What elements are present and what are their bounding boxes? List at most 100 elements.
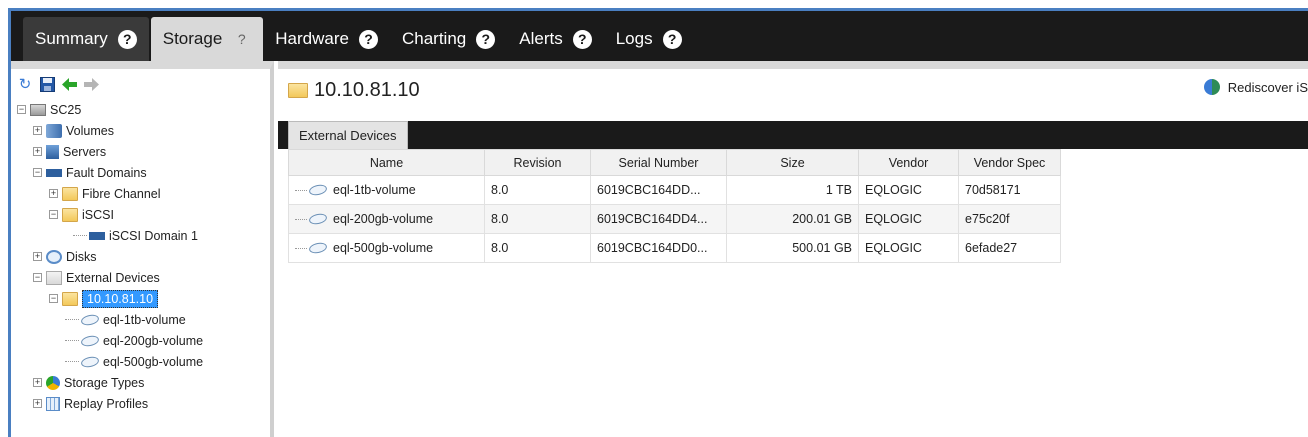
- tab-storage[interactable]: Storage ?: [150, 17, 264, 61]
- tree-node-replay-profiles[interactable]: + Replay Profiles: [17, 393, 270, 414]
- replay-profiles-icon: [46, 396, 60, 411]
- tree-connector: [73, 235, 87, 236]
- tree-node-vol2[interactable]: eql-200gb-volume: [17, 330, 270, 351]
- help-icon[interactable]: ?: [572, 29, 592, 49]
- tree-connector: [65, 319, 79, 320]
- volumes-icon: [46, 123, 62, 138]
- expand-icon[interactable]: +: [49, 189, 58, 198]
- column-header-size[interactable]: Size: [726, 149, 859, 176]
- tree-node-iscsi-domain[interactable]: iSCSI Domain 1: [17, 225, 270, 246]
- collapse-icon[interactable]: −: [49, 210, 58, 219]
- fault-domain-icon: [89, 231, 105, 240]
- tab-charting-label: Charting: [401, 29, 467, 48]
- help-icon[interactable]: ?: [232, 30, 251, 49]
- tab-hardware-label: Hardware: [275, 29, 349, 48]
- tab-logs[interactable]: Logs ?: [604, 17, 694, 61]
- tree-node-disks[interactable]: + Disks: [17, 246, 270, 267]
- cell-name: eql-200gb-volume: [288, 204, 485, 234]
- row-name: eql-200gb-volume: [333, 212, 434, 226]
- cell-size: 500.01 GB: [726, 233, 859, 263]
- tree-node-label: Disks: [66, 249, 97, 264]
- expand-icon[interactable]: +: [33, 252, 42, 261]
- column-header-vendor-spec[interactable]: Vendor Spec: [958, 149, 1061, 176]
- tree-node-label: Fibre Channel: [82, 186, 161, 201]
- table-row[interactable]: eql-200gb-volume 8.0 6019CBC164DD4... 20…: [288, 204, 1061, 234]
- volume-icon: [80, 312, 100, 327]
- expand-icon[interactable]: +: [33, 399, 42, 408]
- external-devices-table: Name Revision Serial Number Size Vendor …: [288, 149, 1061, 263]
- collapse-icon[interactable]: −: [33, 168, 42, 177]
- help-icon[interactable]: ?: [358, 29, 378, 49]
- table-header-row: Name Revision Serial Number Size Vendor …: [288, 149, 1061, 176]
- back-arrow-icon[interactable]: [61, 76, 77, 92]
- tree-node-label: Storage Types: [64, 375, 145, 390]
- details-header: 10.10.81.10: [278, 69, 1308, 111]
- tree-node-label: eql-500gb-volume: [103, 354, 204, 369]
- column-header-revision[interactable]: Revision: [484, 149, 591, 176]
- expand-icon[interactable]: +: [33, 378, 42, 387]
- page-title: 10.10.81.10: [314, 78, 420, 101]
- tree-node-vol3[interactable]: eql-500gb-volume: [17, 351, 270, 372]
- folder-icon: [62, 186, 78, 201]
- volume-icon: [308, 241, 328, 255]
- fault-domain-icon: [46, 168, 62, 177]
- tree-node-volumes[interactable]: + Volumes: [17, 120, 270, 141]
- column-header-serial-number[interactable]: Serial Number: [590, 149, 727, 176]
- tree-connector: [295, 247, 307, 249]
- tree-node-device-ip[interactable]: − 10.10.81.10: [17, 288, 270, 309]
- tree-node-iscsi[interactable]: − iSCSI: [17, 204, 270, 225]
- tree-node-vol1[interactable]: eql-1tb-volume: [17, 309, 270, 330]
- cell-name: eql-500gb-volume: [288, 233, 485, 263]
- tree-node-label: External Devices: [66, 270, 160, 285]
- tree-node-label: Fault Domains: [66, 165, 147, 180]
- cell-serial: 6019CBC164DD0...: [590, 233, 727, 263]
- tree-node-external-devices[interactable]: − External Devices: [17, 267, 270, 288]
- expand-icon[interactable]: +: [33, 147, 42, 156]
- tree-node-label: eql-1tb-volume: [103, 312, 186, 327]
- tree-node-sc25[interactable]: − SC25: [17, 99, 270, 120]
- cell-vendor: EQLOGIC: [858, 233, 959, 263]
- help-icon[interactable]: ?: [117, 29, 137, 49]
- save-icon[interactable]: [39, 76, 55, 92]
- help-icon[interactable]: ?: [662, 29, 682, 49]
- folder-icon: [62, 291, 78, 306]
- tree-connector: [65, 361, 79, 362]
- tab-summary-label: Summary: [35, 29, 108, 48]
- row-name: eql-500gb-volume: [333, 241, 434, 255]
- expand-icon[interactable]: +: [33, 126, 42, 135]
- help-icon[interactable]: ?: [476, 29, 496, 49]
- storage-tree-pane: ↻ − SC25 + Volumes + Servers − Fault Dom…: [11, 61, 274, 437]
- forward-arrow-icon[interactable]: [83, 76, 99, 92]
- tab-storage-label: Storage: [162, 29, 223, 48]
- table-row[interactable]: eql-500gb-volume 8.0 6019CBC164DD0... 50…: [288, 233, 1061, 263]
- tree-node-label: Servers: [63, 144, 107, 159]
- storage-types-icon: [46, 375, 60, 390]
- volume-icon: [308, 183, 328, 197]
- tab-alerts[interactable]: Alerts ?: [507, 17, 603, 61]
- cell-serial: 6019CBC164DD...: [590, 175, 727, 205]
- collapse-icon[interactable]: −: [33, 273, 42, 282]
- tree-node-label: SC25: [50, 102, 82, 117]
- tab-hardware[interactable]: Hardware ?: [263, 17, 390, 61]
- tree-node-label: Replay Profiles: [64, 396, 149, 411]
- details-pane: 10.10.81.10 Rediscover iS External Devic…: [278, 61, 1308, 437]
- tab-external-devices[interactable]: External Devices: [288, 121, 408, 149]
- rediscover-iscsi-button[interactable]: Rediscover iS: [1203, 79, 1308, 95]
- tree-node-storage-types[interactable]: + Storage Types: [17, 372, 270, 393]
- storage-center-icon: [30, 103, 46, 116]
- refresh-icon[interactable]: ↻: [17, 76, 33, 93]
- collapse-icon[interactable]: −: [17, 105, 26, 114]
- tree-node-fibre-channel[interactable]: + Fibre Channel: [17, 183, 270, 204]
- table-row[interactable]: eql-1tb-volume 8.0 6019CBC164DD... 1 TB …: [288, 175, 1061, 205]
- column-header-vendor[interactable]: Vendor: [858, 149, 959, 176]
- tree-node-fault-domains[interactable]: − Fault Domains: [17, 162, 270, 183]
- column-header-name[interactable]: Name: [288, 149, 485, 176]
- collapse-icon[interactable]: −: [49, 294, 58, 303]
- cell-vendor: EQLOGIC: [858, 204, 959, 234]
- tree-node-servers[interactable]: + Servers: [17, 141, 270, 162]
- tree-node-label: 10.10.81.10: [82, 289, 159, 308]
- tab-summary[interactable]: Summary ?: [23, 17, 149, 61]
- tree-node-label: eql-200gb-volume: [103, 333, 204, 348]
- tab-charting[interactable]: Charting ?: [390, 17, 507, 61]
- app-window: Summary ? Storage ? Hardware ? Charting …: [8, 8, 1308, 437]
